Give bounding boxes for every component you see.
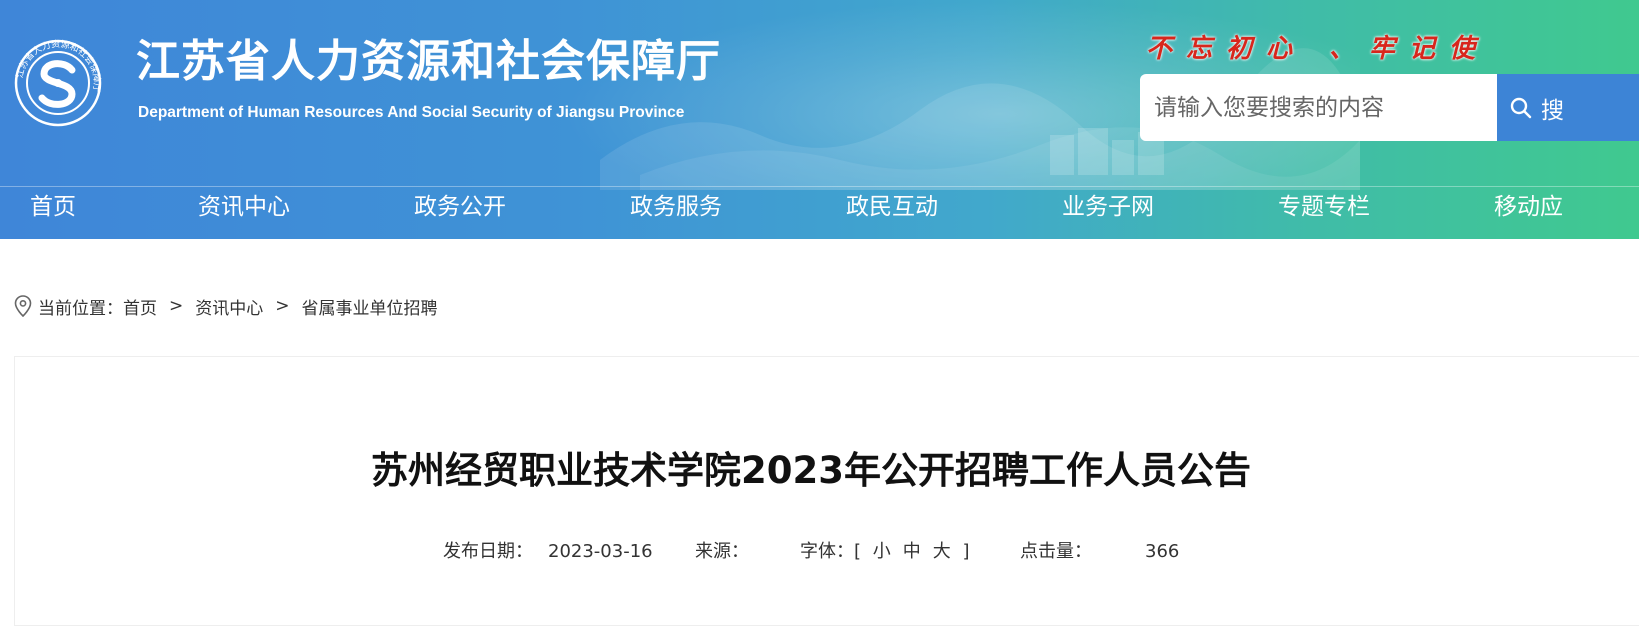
breadcrumb-label: 当前位置：: [38, 298, 123, 319]
font-size-control: 字体：[ 小中大 ]: [800, 540, 970, 564]
search-icon: [1510, 97, 1532, 118]
breadcrumb-recruitment[interactable]: 省属事业单位招聘: [302, 294, 438, 319]
article-title: 苏州经贸职业技术学院2023年公开招聘工作人员公告: [371, 449, 1251, 492]
site-subtitle: Department of Human Resources And Social…: [138, 104, 685, 121]
hits-count: 366: [1145, 541, 1180, 562]
publish-date: 2023-03-16: [548, 541, 653, 562]
font-bracket-open: [: [854, 541, 862, 562]
site-title: 江苏省人力资源和社会保障厅: [136, 36, 721, 87]
hrss-logo-icon[interactable]: 江苏省人力资源和社会保障厅: [14, 36, 102, 130]
nav-item-home[interactable]: 首页: [30, 187, 76, 239]
nav-item-subsites[interactable]: 业务子网: [1062, 187, 1154, 239]
main-nav: 首页 资讯中心 政务公开 政务服务 政民互动 业务子网 专题专栏 移动应: [0, 186, 1639, 239]
breadcrumb-news[interactable]: 资讯中心: [195, 294, 263, 319]
breadcrumb-separator: >: [275, 296, 290, 316]
nav-item-topics[interactable]: 专题专栏: [1278, 187, 1370, 239]
nav-item-mobile[interactable]: 移动应: [1494, 187, 1563, 239]
font-size-large[interactable]: 大: [933, 541, 951, 562]
site-header: 江苏省人力资源和社会保障厅 江苏省人力资源和社会保障厅 Department o…: [0, 0, 1639, 239]
breadcrumb-home[interactable]: 首页: [123, 294, 157, 319]
hits-label: 点击量：: [1020, 541, 1092, 562]
publish-date-label: 发布日期：: [443, 541, 533, 562]
font-size-label: 字体：: [800, 541, 854, 562]
nav-item-gov-service[interactable]: 政务服务: [630, 187, 722, 239]
source-label: 来源：: [695, 541, 749, 562]
nav-item-gov-info[interactable]: 政务公开: [414, 187, 506, 239]
location-pin-icon: [14, 295, 32, 317]
nav-item-news[interactable]: 资讯中心: [198, 187, 290, 239]
slogan-text: 不忘初心 、牢记使: [1146, 34, 1490, 64]
font-size-small[interactable]: 小: [873, 541, 891, 562]
search-button-label: 搜: [1541, 97, 1564, 124]
search-input[interactable]: [1140, 74, 1497, 141]
breadcrumb-separator: >: [169, 296, 184, 316]
nav-item-interaction[interactable]: 政民互动: [846, 187, 938, 239]
search-button[interactable]: 搜: [1497, 74, 1639, 141]
font-bracket-close: ]: [962, 541, 970, 562]
font-size-medium[interactable]: 中: [903, 541, 921, 562]
breadcrumb: 当前位置： 首页 > 资讯中心 > 省属事业单位招聘: [14, 293, 438, 319]
